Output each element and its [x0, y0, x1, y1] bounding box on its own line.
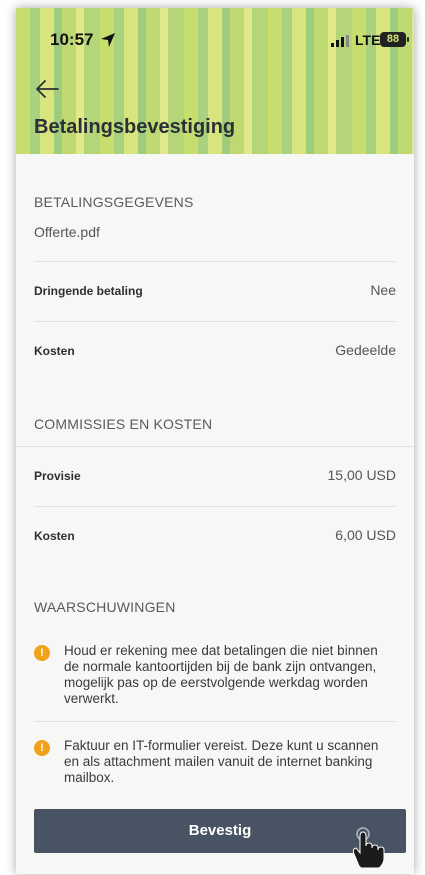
phone-screen: 10:57 LTE 88 Betalingsbevestiging BETALI…: [16, 8, 414, 874]
row-fees: Kosten 6,00 USD: [34, 507, 396, 567]
content: BETALINGSGEGEVENS Offerte.pdf Dringende …: [16, 154, 414, 800]
section-title-warnings: WAARSCHUWINGEN: [16, 567, 414, 627]
row-label: Kosten: [34, 529, 75, 543]
warning-item: ! Faktuur en IT-formulier vereist. Deze …: [34, 722, 396, 800]
warning-text: Houd er rekening mee dat betalingen die …: [64, 643, 378, 706]
row-label: Kosten: [34, 344, 75, 358]
section-title-payment-details: BETALINGSGEGEVENS: [16, 154, 414, 210]
warning-icon: !: [34, 740, 50, 756]
row-urgent-payment: Dringende betaling Nee: [34, 262, 396, 322]
commissions-section: COMMISSIES EN KOSTEN Provisie 15,00 USD …: [16, 382, 414, 567]
row-label: Provisie: [34, 469, 81, 483]
row-value: Nee: [370, 282, 396, 298]
status-time: 10:57: [50, 30, 94, 49]
page-title: Betalingsbevestiging: [34, 116, 236, 138]
warnings-section: WAARSCHUWINGEN ! Houd er rekening mee da…: [16, 567, 414, 800]
warning-text: Faktuur en IT-formulier vereist. Deze ku…: [64, 738, 379, 785]
signal-icon: [331, 35, 349, 47]
arrow-left-icon[interactable]: [34, 78, 60, 100]
warning-item: ! Houd er rekening mee dat betalingen di…: [34, 627, 396, 721]
status-bar: 10:57 LTE 88: [16, 30, 414, 54]
payment-details-section: BETALINGSGEGEVENS Offerte.pdf Dringende …: [16, 154, 414, 382]
network-type: LTE: [355, 32, 381, 48]
row-value: Gedeelde: [335, 342, 396, 358]
location-arrow-icon: [101, 33, 115, 47]
hand-pointer-icon: [352, 827, 385, 868]
section-title-commissions: COMMISSIES EN KOSTEN: [16, 382, 414, 447]
header: 10:57 LTE 88 Betalingsbevestiging: [16, 8, 414, 154]
row-value: 15,00 USD: [327, 467, 396, 483]
warning-icon: !: [34, 645, 50, 661]
row-costs-type: Kosten Gedeelde: [34, 322, 396, 382]
row-value: 6,00 USD: [335, 527, 396, 543]
file-name: Offerte.pdf: [34, 210, 396, 262]
battery-icon: 88: [380, 32, 409, 47]
row-provision: Provisie 15,00 USD: [34, 447, 396, 507]
row-label: Dringende betaling: [34, 284, 143, 298]
